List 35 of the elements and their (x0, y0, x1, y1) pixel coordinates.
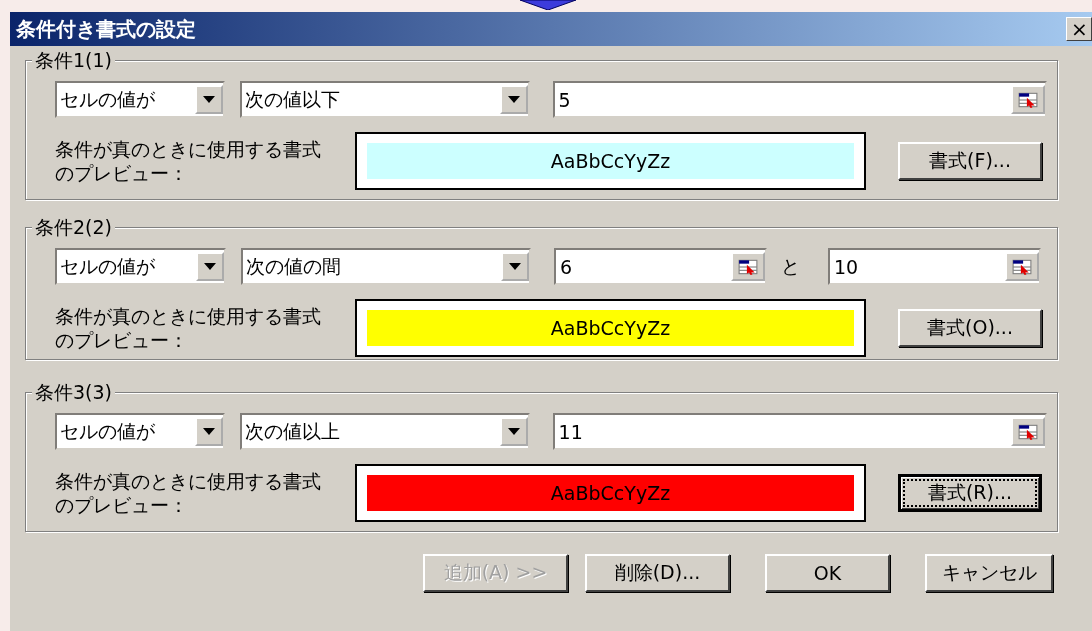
operator-dropdown[interactable]: 次の値以下 (240, 81, 530, 118)
cell-reference-icon (1018, 423, 1038, 440)
field-dropdown[interactable]: セルの値が (55, 81, 226, 118)
dropdown-arrow-icon (507, 96, 520, 103)
operator-dropdown[interactable]: 次の値以上 (240, 413, 530, 450)
format-button[interactable]: 書式(F)... (898, 142, 1042, 180)
preview-label: 条件が真のときに使用する書式のプレビュー： (55, 469, 322, 517)
dialog-button[interactable]: OK (765, 554, 890, 592)
dropdown-arrow-icon (203, 428, 216, 435)
value-field[interactable]: 10 (828, 248, 1041, 285)
format-button[interactable]: 書式(R)... (898, 474, 1042, 512)
preview-text: AaBbCcYyZz (550, 150, 671, 172)
dropdown-arrow-icon (204, 263, 216, 270)
field-dropdown[interactable]: セルの値が (55, 413, 226, 450)
dialog-button[interactable]: キャンセル (925, 554, 1053, 592)
dialog-button[interactable]: 削除(D)... (585, 554, 730, 592)
preview-text: AaBbCcYyZz (550, 317, 671, 339)
cell-reference-icon (738, 258, 758, 275)
dropdown-arrow-icon (203, 96, 216, 103)
dropdown-arrow-icon (509, 263, 521, 270)
joiner-text: と (781, 253, 800, 279)
format-button[interactable]: 書式(O)... (898, 309, 1042, 347)
dropdown-arrow-icon (507, 428, 520, 435)
operator-dropdown[interactable]: 次の値の間 (241, 248, 531, 285)
preview-text: AaBbCcYyZz (550, 482, 671, 504)
value-field[interactable]: 5 (552, 81, 1047, 118)
field-dropdown[interactable]: セルの値が (55, 248, 226, 285)
preview-label: 条件が真のときに使用する書式のプレビュー： (55, 304, 322, 352)
window-title: 条件付き書式の設定 (16, 15, 196, 43)
value-field[interactable]: 11 (552, 413, 1047, 450)
cell-reference-icon (1012, 258, 1032, 275)
preview-label: 条件が真のときに使用する書式のプレビュー： (55, 137, 322, 185)
close-button[interactable]: × (1066, 17, 1092, 41)
cell-reference-icon (1018, 91, 1038, 108)
value-field[interactable]: 6 (554, 248, 767, 285)
